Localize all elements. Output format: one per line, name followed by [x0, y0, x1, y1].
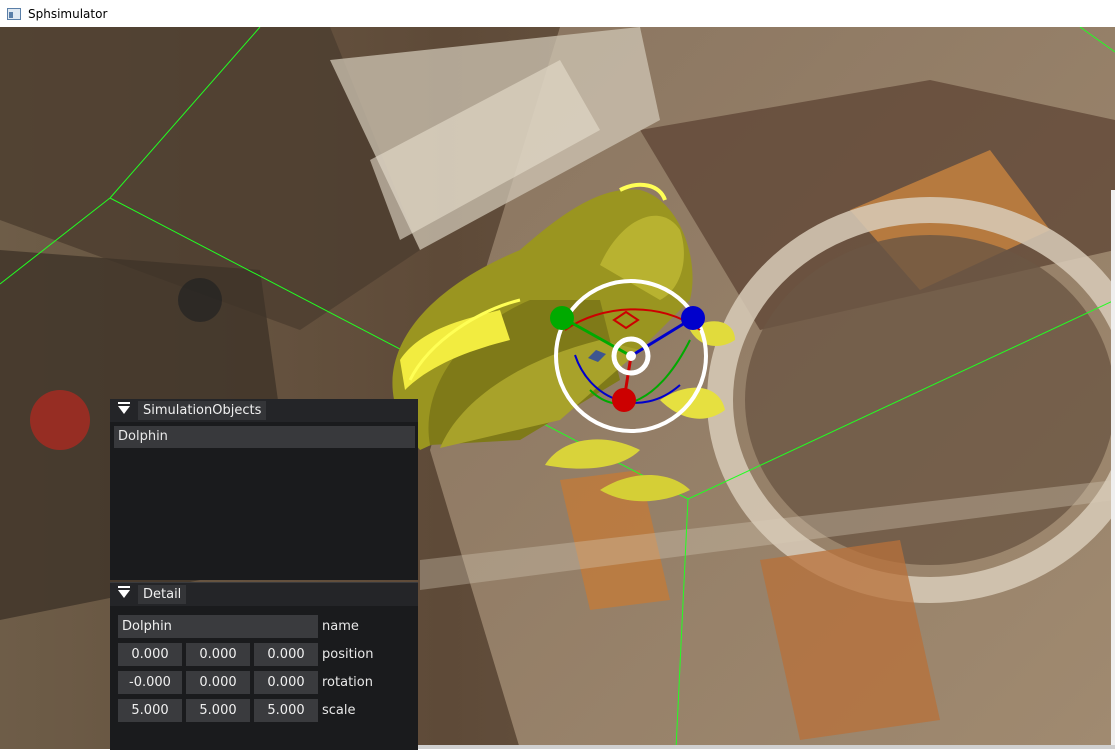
scale-y-field[interactable]: 5.000: [186, 699, 250, 722]
window-title: Sphsimulator: [28, 6, 108, 21]
position-label: position: [322, 647, 374, 662]
detail-header[interactable]: Detail: [110, 583, 418, 606]
crowd-figure: [30, 390, 90, 450]
title-bar: Sphsimulator: [0, 0, 1115, 27]
name-label: name: [322, 619, 359, 634]
scale-row: 5.000 5.000 5.000 scale: [118, 699, 356, 722]
simulation-objects-panel: SimulationObjects Dolphin: [110, 399, 418, 580]
detail-panel: Detail Dolphin name 0.000 0.000 0.000 po…: [110, 582, 418, 750]
rotation-label: rotation: [322, 675, 373, 690]
position-z-field[interactable]: 0.000: [254, 643, 318, 666]
simulation-objects-header[interactable]: SimulationObjects: [110, 399, 418, 422]
rotation-x-field[interactable]: -0.000: [118, 671, 182, 694]
app-window-icon: [7, 7, 21, 20]
viewport-bottom-bar: [418, 745, 1115, 749]
name-row: Dolphin name: [118, 615, 359, 638]
rotation-row: -0.000 0.000 0.000 rotation: [118, 671, 373, 694]
name-field[interactable]: Dolphin: [118, 615, 318, 638]
position-y-field[interactable]: 0.000: [186, 643, 250, 666]
scale-x-field[interactable]: 5.000: [118, 699, 182, 722]
scale-z-field[interactable]: 5.000: [254, 699, 318, 722]
list-item[interactable]: Dolphin: [114, 426, 415, 448]
simulation-objects-title: SimulationObjects: [138, 401, 267, 420]
position-row: 0.000 0.000 0.000 position: [118, 643, 374, 666]
detail-title: Detail: [138, 585, 187, 604]
rotation-z-field[interactable]: 0.000: [254, 671, 318, 694]
collapse-arrow-icon[interactable]: [118, 585, 130, 598]
viewport-scrollbar: [1111, 190, 1115, 749]
collapse-arrow-icon[interactable]: [118, 401, 130, 414]
rotation-y-field[interactable]: 0.000: [186, 671, 250, 694]
position-x-field[interactable]: 0.000: [118, 643, 182, 666]
crowd-figure-2: [178, 278, 222, 322]
scale-label: scale: [322, 703, 356, 718]
